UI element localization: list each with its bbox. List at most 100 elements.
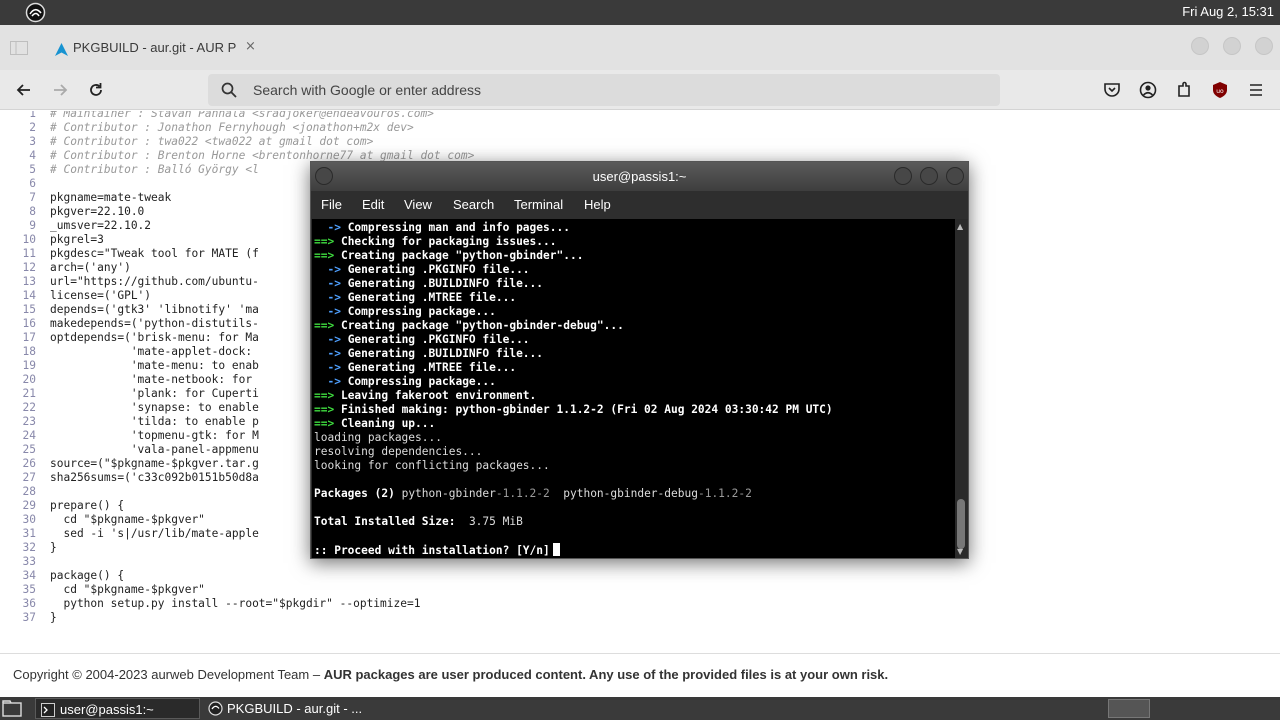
clock[interactable]: Fri Aug 2, 15:31	[1182, 4, 1274, 19]
ublock-origin-icon[interactable]: uo	[1210, 80, 1230, 100]
line-number[interactable]: 27	[0, 471, 50, 485]
line-number[interactable]: 18	[0, 345, 50, 359]
tab-title: PKGBUILD - aur.git - AUR P	[73, 40, 237, 55]
line-number[interactable]: 31	[0, 527, 50, 541]
line-number[interactable]: 32	[0, 541, 50, 555]
line-number[interactable]: 20	[0, 373, 50, 387]
line-number[interactable]: 6	[0, 177, 50, 191]
line-number[interactable]: 29	[0, 499, 50, 513]
line-number[interactable]: 35	[0, 583, 50, 597]
scrollbar-thumb[interactable]	[957, 499, 965, 549]
terminal-line-text: Finished making: python-gbinder 1.1.2-2 …	[340, 403, 833, 416]
code-text: 'mate-netbook: for	[50, 373, 259, 386]
terminal-window[interactable]: user@passis1:~ File Edit View Search Ter…	[310, 161, 969, 559]
line-number[interactable]: 4	[0, 149, 50, 163]
window-maximize-button[interactable]	[1223, 37, 1241, 55]
menu-help[interactable]: Help	[584, 197, 611, 212]
line-number[interactable]: 3	[0, 135, 50, 149]
back-arrow-icon[interactable]	[14, 80, 34, 100]
prompt-arrow: ==>	[314, 389, 341, 402]
extensions-icon[interactable]	[1174, 80, 1194, 100]
footer-disclaimer: AUR packages are user produced content. …	[323, 667, 889, 682]
line-number[interactable]: 2	[0, 121, 50, 135]
terminal-line-text: Generating .MTREE file...	[347, 291, 517, 304]
scroll-down-icon[interactable]: ▼	[957, 547, 963, 556]
line-number[interactable]: 22	[0, 401, 50, 415]
terminal-scrollbar[interactable]: ▲ ▼	[955, 219, 967, 558]
terminal-output[interactable]: -> Compressing man and info pages... ==> …	[312, 219, 956, 558]
address-bar[interactable]	[208, 74, 1000, 106]
line-number[interactable]: 11	[0, 247, 50, 261]
terminal-maximize-button[interactable]	[920, 167, 938, 185]
code-text: 'mate-applet-dock:	[50, 345, 259, 358]
url-input[interactable]	[253, 79, 953, 101]
line-number[interactable]: 8	[0, 205, 50, 219]
line-number[interactable]: 37	[0, 611, 50, 625]
code-text: cd "$pkgname-$pkgver"	[50, 513, 205, 526]
line-number[interactable]: 14	[0, 289, 50, 303]
line-number[interactable]: 36	[0, 597, 50, 611]
line-number[interactable]: 10	[0, 233, 50, 247]
line-number[interactable]: 28	[0, 485, 50, 499]
sidebar-toggle-icon[interactable]	[10, 40, 28, 55]
taskbar-terminal-button[interactable]: user@passis1:~	[35, 698, 200, 719]
menu-search[interactable]: Search	[453, 197, 494, 212]
line-number[interactable]: 33	[0, 555, 50, 569]
distro-logo-icon[interactable]	[25, 2, 46, 23]
pocket-icon[interactable]	[1102, 80, 1122, 100]
line-number[interactable]: 15	[0, 303, 50, 317]
prompt-arrow: ==>	[314, 319, 341, 332]
line-number[interactable]: 7	[0, 191, 50, 205]
line-number[interactable]: 34	[0, 569, 50, 583]
line-number[interactable]: 19	[0, 359, 50, 373]
reload-icon[interactable]	[86, 80, 106, 100]
window-minimize-button[interactable]	[1191, 37, 1209, 55]
code-line: 1 # Maintainer : Stavan Panhala <sradjoke…	[0, 111, 1280, 121]
terminal-close-button[interactable]	[946, 167, 964, 185]
line-number[interactable]: 30	[0, 513, 50, 527]
line-number[interactable]: 16	[0, 317, 50, 331]
terminal-minimize-button[interactable]	[894, 167, 912, 185]
footer-divider	[0, 653, 1280, 654]
line-number[interactable]: 24	[0, 429, 50, 443]
code-text: pkgname=mate-tweak	[50, 191, 172, 204]
line-number[interactable]: 5	[0, 163, 50, 177]
menu-terminal[interactable]: Terminal	[514, 197, 563, 212]
line-number[interactable]: 25	[0, 443, 50, 457]
menu-view[interactable]: View	[404, 197, 432, 212]
desktop-top-panel: Fri Aug 2, 15:31	[0, 0, 1280, 25]
line-number[interactable]: 23	[0, 415, 50, 429]
account-icon[interactable]	[1138, 80, 1158, 100]
package-name: python-gbinder-debug	[563, 487, 698, 500]
terminal-titlebar[interactable]: user@passis1:~	[311, 162, 968, 191]
window-close-button[interactable]	[1255, 37, 1273, 55]
hamburger-menu-icon[interactable]	[1246, 80, 1266, 100]
scroll-up-icon[interactable]: ▲	[957, 222, 963, 231]
code-text: pkgrel=3	[50, 233, 104, 246]
file-manager-icon[interactable]	[2, 700, 22, 720]
line-number[interactable]: 13	[0, 275, 50, 289]
forward-arrow-icon[interactable]	[50, 80, 70, 100]
terminal-line: -> Generating .PKGINFO file...	[314, 263, 833, 277]
tab-pkgbuild[interactable]: PKGBUILD - aur.git - AUR P ×	[45, 33, 267, 63]
prompt-arrow: ->	[314, 361, 348, 374]
terminal-line: ==> Cleaning up...	[314, 417, 833, 431]
code-line: 37}	[0, 611, 1280, 625]
code-text: arch=('any')	[50, 261, 131, 274]
line-number[interactable]: 17	[0, 331, 50, 345]
tab-close-icon[interactable]: ×	[245, 39, 256, 54]
terminal-line: -> Generating .MTREE file...	[314, 361, 833, 375]
line-number[interactable]: 26	[0, 457, 50, 471]
menu-edit[interactable]: Edit	[362, 197, 384, 212]
line-number[interactable]: 1	[0, 111, 50, 121]
code-text: cd "$pkgname-$pkgver"	[50, 583, 205, 596]
line-number[interactable]: 12	[0, 261, 50, 275]
workspace-switcher[interactable]	[1108, 699, 1150, 718]
code-text: # Contributor : Jonathon Fernyhough <jon…	[50, 121, 414, 134]
taskbar-browser-button[interactable]: PKGBUILD - aur.git - ...	[203, 698, 373, 719]
code-text: package() {	[50, 569, 125, 582]
line-number[interactable]: 9	[0, 219, 50, 233]
line-number[interactable]: 21	[0, 387, 50, 401]
terminal-line-text: Generating .PKGINFO file...	[347, 263, 530, 276]
menu-file[interactable]: File	[321, 197, 342, 212]
